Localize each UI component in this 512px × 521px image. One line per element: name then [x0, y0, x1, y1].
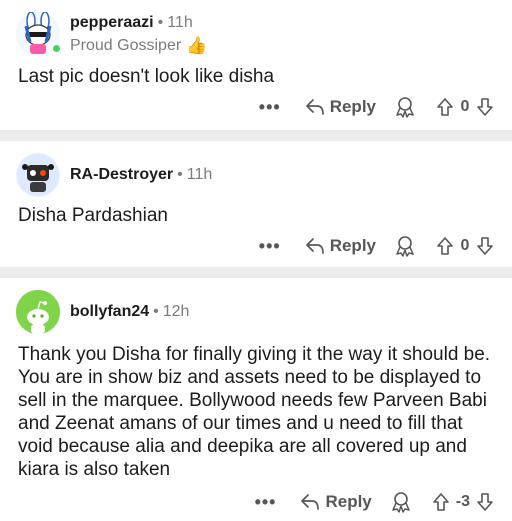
separator-dot: •	[177, 166, 183, 183]
more-options-icon[interactable]: •••	[255, 492, 277, 513]
downvote-button[interactable]	[476, 236, 494, 256]
award-button[interactable]	[394, 96, 416, 118]
reply-label: Reply	[329, 236, 376, 255]
timestamp: 11h	[167, 13, 193, 31]
reply-button[interactable]: Reply	[300, 492, 372, 512]
separator-dot: •	[153, 303, 159, 320]
user-flair: Proud Gossiper 👍	[70, 36, 207, 56]
online-indicator	[51, 43, 62, 54]
username[interactable]: pepperaazi	[70, 14, 154, 31]
username[interactable]: bollyfan24	[70, 303, 149, 320]
comment-body: Disha Pardashian	[18, 205, 168, 226]
award-icon	[396, 236, 414, 257]
avatar[interactable]	[16, 11, 62, 56]
reply-arrow-icon	[305, 238, 324, 254]
reply-label: Reply	[329, 97, 376, 116]
vote-score: 0	[460, 237, 470, 254]
award-button[interactable]	[394, 235, 416, 257]
comment: pepperaazi • 11h Proud Gossiper 👍 Last pic…	[0, 0, 512, 130]
timestamp: 12h	[162, 303, 190, 320]
downvote-button[interactable]	[476, 492, 494, 512]
reply-arrow-icon	[305, 99, 324, 115]
reply-arrow-icon	[301, 494, 320, 510]
upvote-button[interactable]	[432, 492, 450, 512]
default-snoo-avatar-icon	[16, 290, 60, 334]
avatar[interactable]	[16, 153, 60, 197]
reply-button[interactable]: Reply	[305, 236, 376, 256]
comment-separator	[0, 267, 512, 278]
timestamp: 11h	[186, 166, 213, 183]
reply-label: Reply	[325, 492, 372, 511]
comment-body: Last pic doesn't look like disha	[18, 66, 275, 87]
avatar[interactable]	[16, 290, 60, 334]
more-options-icon[interactable]: •••	[259, 97, 281, 118]
upvote-button[interactable]	[436, 97, 454, 117]
comment-actions: ••• Reply 0	[259, 95, 494, 119]
comment-separator	[0, 130, 512, 141]
upvote-button[interactable]	[436, 236, 454, 256]
comment-actions: ••• Reply 0	[259, 234, 494, 258]
award-icon	[392, 492, 410, 513]
flair-text: Proud Gossiper	[70, 36, 182, 54]
comment-header: pepperaazi • 11h Proud Gossiper 👍	[16, 11, 207, 56]
comment-actions: ••• Reply -3	[255, 490, 494, 514]
upvote-arrow-icon	[437, 98, 453, 116]
downvote-arrow-icon	[477, 98, 493, 116]
comment-header: bollyfan24 • 12h	[16, 290, 189, 334]
reply-button[interactable]: Reply	[305, 97, 376, 117]
vote-score: 0	[460, 98, 470, 115]
robot-avatar-icon	[17, 154, 59, 196]
upvote-arrow-icon	[432, 493, 449, 511]
more-options-icon[interactable]: •••	[259, 236, 281, 257]
vote-score: -3	[455, 493, 470, 510]
downvote-arrow-icon	[477, 237, 493, 255]
separator-dot: •	[157, 13, 164, 31]
downvote-button[interactable]	[476, 97, 494, 117]
comment: RA-Destroyer • 11h Disha Pardashian ••• Re…	[0, 141, 512, 267]
upvote-arrow-icon	[437, 237, 453, 255]
comment-header: RA-Destroyer • 11h	[16, 153, 212, 197]
comment-body: Thank you Disha for finally giving it th…	[18, 344, 491, 480]
thumbs-up-icon: 👍	[186, 35, 208, 55]
award-icon	[396, 97, 414, 118]
comment: bollyfan24 • 12h Thank you Disha for final…	[0, 278, 512, 521]
downvote-arrow-icon	[477, 493, 493, 511]
username[interactable]: RA-Destroyer	[70, 166, 173, 183]
award-button[interactable]	[390, 491, 412, 513]
